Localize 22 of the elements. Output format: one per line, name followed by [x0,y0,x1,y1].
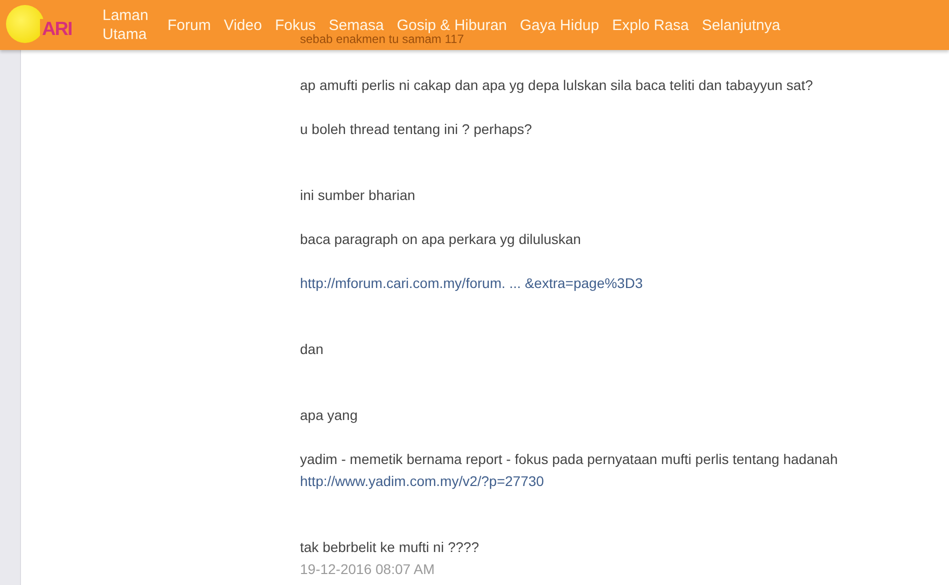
site-logo[interactable]: ARI [0,0,92,50]
nav-link[interactable]: Explo Rasa [606,16,696,34]
nav-link[interactable]: Video [217,16,268,34]
nav-link[interactable]: Forum [161,16,218,34]
nav-link[interactable]: Laman Utama [96,6,161,44]
nav-link[interactable]: Gosip & Hiburan [390,16,514,34]
post-text: tak bebrbelit ke mufti ni ???? [300,538,480,557]
post-link[interactable]: http://www.yadim.com.my/v2/?p=27730 [300,470,838,492]
post-text: ap amufti perlis ni cakap dan apa yg depa lulskan sila baca teliti dan tabayyun sat? [300,76,814,95]
post-date: 19-12-2016 08:07 AM [300,560,436,579]
post-text: yadim - memetik bernama report - fokus pada pernyataan mufti perlis tentang hadanah [300,450,838,469]
post-text: apa yang [300,406,359,425]
nav-link[interactable]: Semasa [322,16,390,34]
post-link[interactable]: http://mforum.cari.com.my/forum. ... &extra=page%3D3 [300,272,838,294]
post-text: ini sumber bharian [300,186,416,205]
underlying-post-text: sebab enakmen tu samam 117 [300,33,464,46]
post-text: u boleh thread tentang ini ? perhaps? [300,120,533,139]
post-text: dan [300,340,324,359]
nav-link[interactable]: Fokus [268,16,322,34]
nav-link[interactable]: Gaya Hidup [513,16,606,34]
nav-link[interactable]: Selanjutnya [695,16,787,34]
post-text: baca paragraph on apa perkara yg diluluskan [300,230,582,249]
